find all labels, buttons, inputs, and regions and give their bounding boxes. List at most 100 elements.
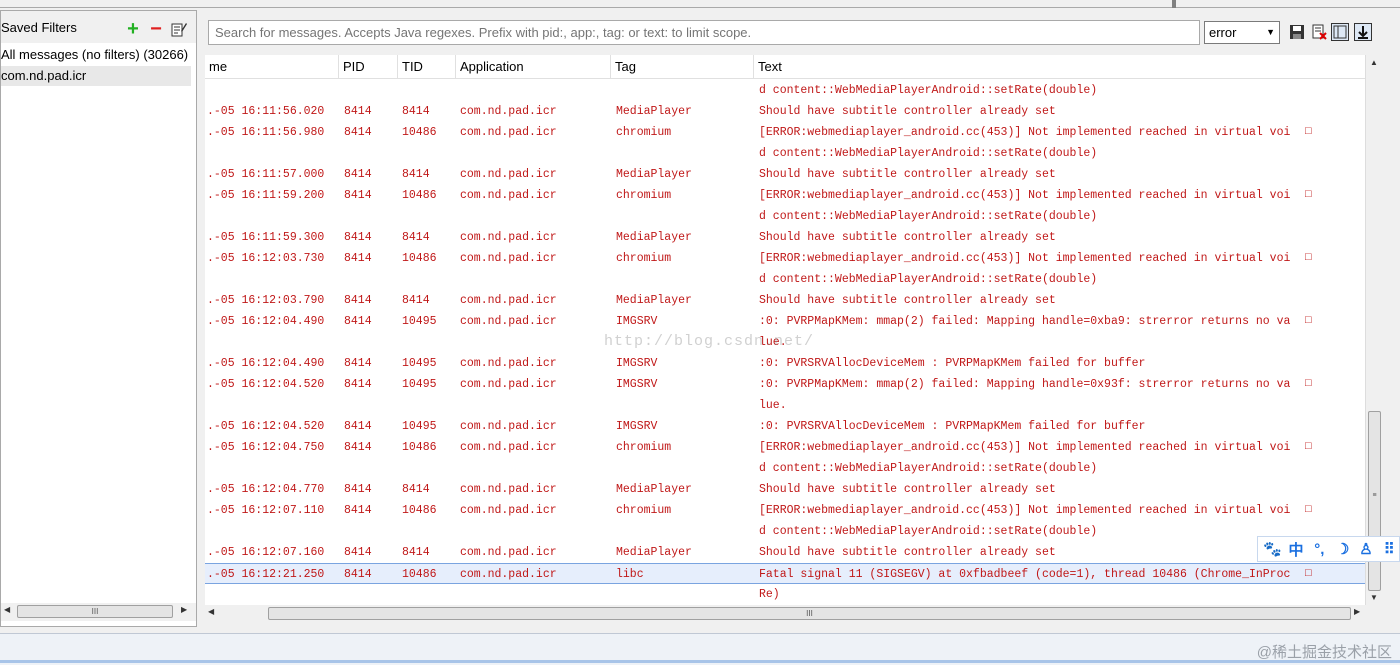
cell-text: Should have subtitle controller already … (759, 168, 1056, 181)
cell-tid: 10486 (402, 568, 437, 581)
save-icon[interactable] (1288, 23, 1306, 41)
ime-user-icon[interactable]: ♙ (1356, 540, 1375, 558)
cell-text: Should have subtitle controller already … (759, 294, 1056, 307)
cell-text: Should have subtitle controller already … (759, 483, 1056, 496)
cell-tag: MediaPlayer (616, 105, 692, 118)
scroll-up-icon[interactable]: ▲ (1370, 58, 1378, 67)
column-header-tid[interactable]: TID (398, 55, 456, 79)
cell-pid: 8414 (344, 504, 372, 517)
left-horizontal-scrollbar[interactable]: ◀ III ▶ (1, 603, 196, 621)
column-header-text[interactable]: Text (754, 55, 1365, 79)
table-row[interactable]: d content::WebMediaPlayerAndroid::setRat… (205, 269, 1365, 290)
cell-tag: chromium (616, 441, 672, 454)
scroll-right-icon[interactable]: ▶ (181, 605, 187, 614)
cell-time: .-05 16:12:03.730 (207, 252, 325, 265)
table-row[interactable]: d content::WebMediaPlayerAndroid::setRat… (205, 80, 1365, 101)
cell-tid: 8414 (402, 294, 430, 307)
remove-filter-icon[interactable]: − (148, 19, 164, 39)
scroll-left-icon[interactable]: ◀ (4, 605, 10, 614)
cell-tag: MediaPlayer (616, 168, 692, 181)
table-row[interactable]: lue. (205, 395, 1365, 416)
log-horizontal-scrollbar[interactable]: ◀ III ▶ (205, 605, 1365, 622)
scroll-thumb[interactable]: III (268, 607, 1351, 620)
cell-pid: 8414 (344, 441, 372, 454)
table-row[interactable]: Re) (205, 584, 1365, 605)
scroll-right-icon[interactable]: ▶ (1354, 607, 1360, 616)
cell-text: :0: PVRPMapKMem: mmap(2) failed: Mapping… (759, 378, 1291, 391)
ime-menu-icon[interactable]: ⠿ (1380, 540, 1399, 558)
cell-application: com.nd.pad.icr (460, 546, 557, 559)
bottom-status-strip (0, 633, 1400, 665)
column-header-tag[interactable]: Tag (611, 55, 754, 79)
cell-tid: 8414 (402, 546, 430, 559)
tab-notch (1172, 0, 1176, 8)
cell-tag: chromium (616, 189, 672, 202)
toggle-panel-icon[interactable] (1331, 23, 1349, 41)
scroll-left-icon[interactable]: ◀ (208, 607, 214, 616)
scroll-thumb[interactable]: ≡ (1368, 411, 1381, 591)
brand-watermark: @稀土掘金技术社区 (1256, 644, 1392, 661)
log-level-select[interactable]: error ▼ (1204, 21, 1280, 44)
table-row[interactable]: .-05 16:12:04.520 8414 10495 com.nd.pad.icr… (205, 416, 1365, 437)
filter-item-all-messages[interactable]: All messages (no filters) (30266) (1, 45, 191, 65)
ime-paw-icon[interactable]: 🐾 (1263, 540, 1282, 558)
cell-application: com.nd.pad.icr (460, 504, 557, 517)
cell-tid: 10486 (402, 126, 437, 139)
clear-log-icon[interactable] (1310, 23, 1328, 41)
cell-time: .-05 16:12:21.250 (207, 568, 325, 581)
table-row[interactable]: .-05 16:12:07.110 8414 10486 com.nd.pad.icr… (205, 500, 1365, 521)
table-row[interactable]: .-05 16:12:21.250 8414 10486 com.nd.pad.icr… (205, 563, 1365, 584)
log-vertical-scrollbar[interactable]: ▲ ≡ ▼ (1365, 55, 1382, 605)
search-input[interactable] (208, 20, 1200, 45)
cell-tid: 10495 (402, 378, 437, 391)
edit-filter-icon[interactable] (171, 21, 187, 37)
table-row[interactable]: d content::WebMediaPlayerAndroid::setRat… (205, 458, 1365, 479)
cell-time: .-05 16:11:59.200 (207, 189, 325, 202)
table-row[interactable]: .-05 16:11:59.300 8414 8414 com.nd.pad.icr M… (205, 227, 1365, 248)
table-row[interactable]: .-05 16:12:04.520 8414 10495 com.nd.pad.icr… (205, 374, 1365, 395)
table-row[interactable]: .-05 16:12:03.730 8414 10486 com.nd.pad.icr… (205, 248, 1365, 269)
ime-moon-icon[interactable]: ☽ (1333, 540, 1352, 558)
table-row[interactable]: d content::WebMediaPlayerAndroid::setRat… (205, 143, 1365, 164)
table-row[interactable]: .-05 16:11:56.980 8414 10486 com.nd.pad.icr… (205, 122, 1365, 143)
saved-filters-title: Saved Filters (1, 20, 77, 35)
cell-tid: 10486 (402, 189, 437, 202)
cell-text: :0: PVRSRVAllocDeviceMem : PVRPMapKMem f… (759, 420, 1146, 433)
table-row[interactable]: .-05 16:12:03.790 8414 8414 com.nd.pad.icr M… (205, 290, 1365, 311)
column-header-row: me PID TID Application Tag Text (205, 55, 1365, 79)
filter-item-package[interactable]: com.nd.pad.icr (1, 66, 191, 86)
column-header-application[interactable]: Application (456, 55, 611, 79)
cell-time: .-05 16:11:57.000 (207, 168, 325, 181)
cell-tag: chromium (616, 126, 672, 139)
cell-text: d content::WebMediaPlayerAndroid::setRat… (759, 84, 1098, 97)
cell-tag: IMGSRV (616, 315, 658, 328)
table-row[interactable]: .-05 16:12:07.160 8414 8414 com.nd.pad.icr M… (205, 542, 1365, 563)
scroll-lock-icon[interactable] (1354, 23, 1372, 41)
scroll-down-icon[interactable]: ▼ (1370, 593, 1378, 602)
cell-tag: IMGSRV (616, 357, 658, 370)
cell-application: com.nd.pad.icr (460, 105, 557, 118)
table-row[interactable]: d content::WebMediaPlayerAndroid::setRat… (205, 521, 1365, 542)
table-row[interactable]: .-05 16:11:59.200 8414 10486 com.nd.pad.icr… (205, 185, 1365, 206)
column-header-pid[interactable]: PID (339, 55, 398, 79)
cell-pid: 8414 (344, 483, 372, 496)
table-row[interactable]: .-05 16:12:04.490 8414 10495 com.nd.pad.icr… (205, 311, 1365, 332)
ime-punctuation-icon[interactable]: °, (1310, 541, 1329, 558)
cell-pid: 8414 (344, 252, 372, 265)
scroll-thumb[interactable]: III (17, 605, 173, 618)
table-row[interactable]: .-05 16:12:04.490 8414 10495 com.nd.pad.icr… (205, 353, 1365, 374)
column-header-time[interactable]: me (205, 55, 339, 79)
add-filter-icon[interactable]: + (125, 19, 141, 39)
cell-tag: chromium (616, 252, 672, 265)
cell-tag: MediaPlayer (616, 231, 692, 244)
cell-application: com.nd.pad.icr (460, 568, 557, 581)
ime-chinese-mode-button[interactable]: 中 (1286, 539, 1305, 560)
table-row[interactable]: .-05 16:12:04.750 8414 10486 com.nd.pad.icr… (205, 437, 1365, 458)
table-row[interactable]: .-05 16:11:57.000 8414 8414 com.nd.pad.icr M… (205, 164, 1365, 185)
saved-filters-panel: Saved Filters + − All messages (no filte… (0, 10, 197, 627)
table-row[interactable]: .-05 16:12:04.770 8414 8414 com.nd.pad.icr M… (205, 479, 1365, 500)
cell-text: [ERROR:webmediaplayer_android.cc(453)] N… (759, 189, 1291, 202)
table-row[interactable]: d content::WebMediaPlayerAndroid::setRat… (205, 206, 1365, 227)
table-row[interactable]: .-05 16:11:56.020 8414 8414 com.nd.pad.icr M… (205, 101, 1365, 122)
cell-application: com.nd.pad.icr (460, 252, 557, 265)
